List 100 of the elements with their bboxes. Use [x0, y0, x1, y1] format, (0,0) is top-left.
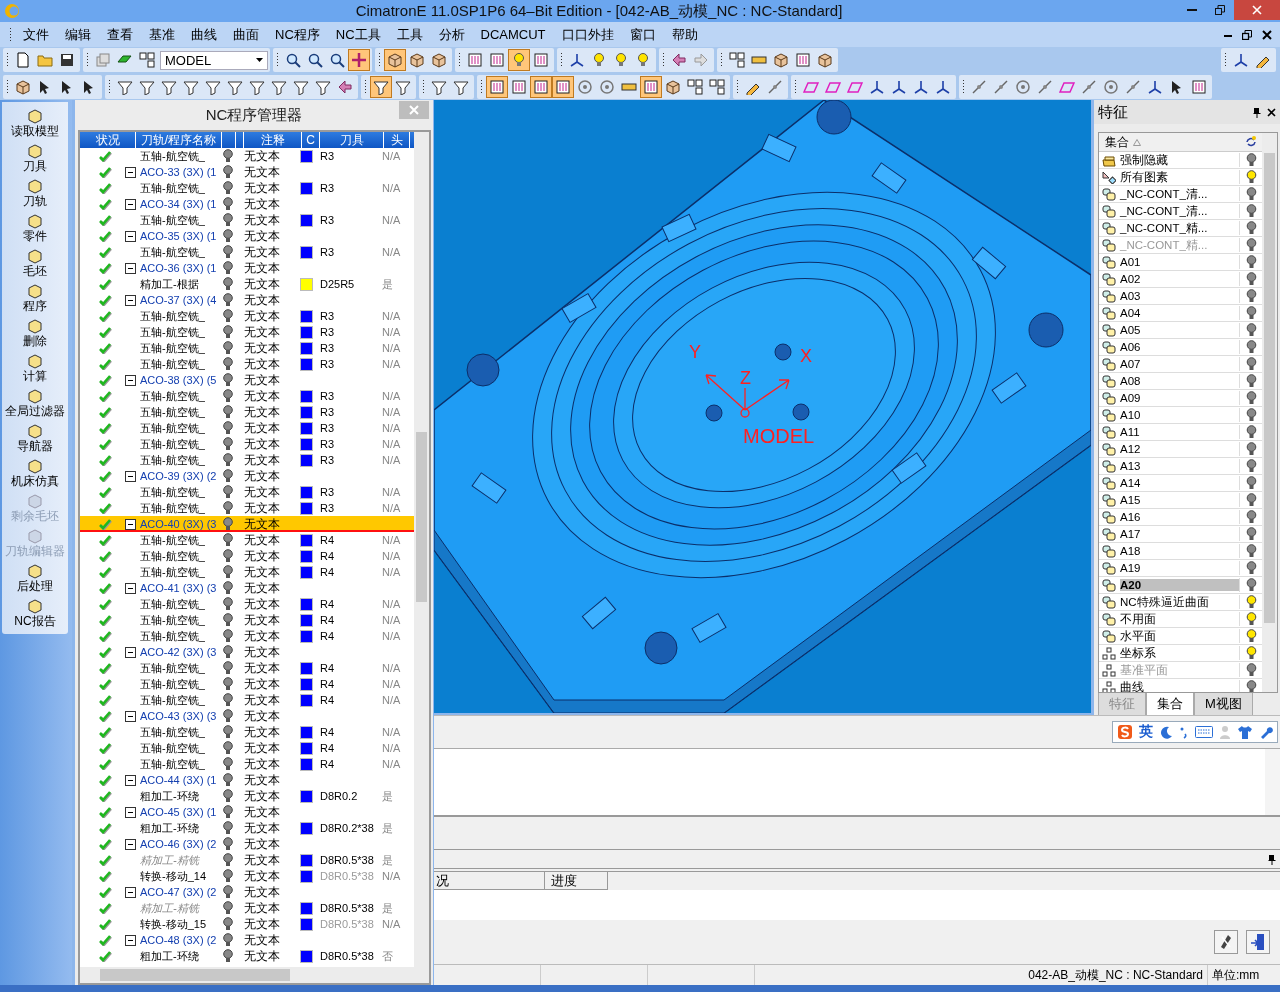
tree-row[interactable]: 五轴-航空铣_ 无文本 R3 N/A	[80, 340, 414, 356]
menu-item[interactable]: NC工具	[327, 25, 389, 44]
tree-row[interactable]: 五轴-航空铣_ 无文本 R3 N/A	[80, 324, 414, 340]
bulb-icon[interactable]	[1245, 187, 1257, 201]
sidebar-button[interactable]: 读取模型	[2, 108, 68, 138]
model-dropdown[interactable]: MODEL	[160, 50, 268, 70]
pin-icon[interactable]	[1252, 106, 1261, 118]
sidebar-button[interactable]: 全局过滤器	[2, 388, 68, 418]
feature-item[interactable]: A11	[1120, 426, 1239, 438]
tree-row[interactable]: 五轴-航空铣_ 无文本 R3 N/A	[80, 244, 414, 260]
tree-row[interactable]: ACO-47 (3X) (2 无文本	[80, 884, 414, 900]
menu-item[interactable]: 文件	[15, 25, 57, 44]
toolbar-button[interactable]	[136, 49, 158, 71]
tree-row[interactable]: ACO-45 (3X) (1 无文本	[80, 804, 414, 820]
collapse-icon[interactable]	[125, 518, 136, 530]
bulb-icon[interactable]	[1245, 578, 1257, 592]
tree-row[interactable]: 粗加工-环绕 无文本 D8R0.5*38 否	[80, 948, 414, 964]
panel-tab[interactable]: 集合	[1146, 693, 1194, 716]
close-icon[interactable]	[1267, 107, 1276, 117]
tree-row[interactable]: ACO-33 (3X) (1 无文本	[80, 164, 414, 180]
feature-item[interactable]: A14	[1120, 477, 1239, 489]
bulb-icon[interactable]	[1245, 595, 1257, 609]
sidebar-button[interactable]: 计算	[2, 353, 68, 383]
scrollbar[interactable]	[1265, 749, 1280, 815]
tree-row[interactable]: 五轴-航空铣_ 无文本 R3 N/A	[80, 388, 414, 404]
collapse-icon[interactable]	[125, 934, 136, 946]
feature-item[interactable]: NC特殊逼近曲面	[1120, 594, 1239, 610]
bulb-icon[interactable]	[1245, 646, 1257, 660]
feature-item[interactable]: A20	[1120, 579, 1239, 591]
tree-row[interactable]: ACO-48 (3X) (2 无文本	[80, 932, 414, 948]
tree-row[interactable]: 转换-移动_15 无文本 D8R0.5*38 N/A	[80, 916, 414, 932]
feature-item[interactable]: A04	[1120, 307, 1239, 319]
tree-row[interactable]: ACO-46 (3X) (2 无文本	[80, 836, 414, 852]
bulb-icon[interactable]	[1245, 221, 1257, 235]
bulb-icon[interactable]	[1245, 663, 1257, 677]
tree-row[interactable]: ACO-38 (3X) (5 无文本	[80, 372, 414, 388]
tree-row[interactable]: ACO-34 (3X) (1 无文本	[80, 196, 414, 212]
sidebar-button[interactable]: 毛坯	[2, 248, 68, 278]
bulb-icon[interactable]	[1245, 170, 1257, 184]
feature-item[interactable]: A10	[1120, 409, 1239, 421]
tree-row[interactable]: 五轴-航空铣_ 无文本 R4 N/A	[80, 548, 414, 564]
feature-item[interactable]: A09	[1120, 392, 1239, 404]
sidebar-button[interactable]: 程序	[2, 283, 68, 313]
tree-row[interactable]: 五轴-航空铣_ 无文本 R4 N/A	[80, 532, 414, 548]
tree-row[interactable]: 五轴-航空铣_ 无文本 R4 N/A	[80, 756, 414, 772]
collapse-icon[interactable]	[125, 470, 136, 482]
feature-item[interactable]: A17	[1120, 528, 1239, 540]
bulb-icon[interactable]	[1245, 561, 1257, 575]
tree-row[interactable]: 五轴-航空铣_ 无文本 R4 N/A	[80, 660, 414, 676]
feature-item[interactable]: A15	[1120, 494, 1239, 506]
tree-row[interactable]: ACO-37 (3X) (4 无文本	[80, 292, 414, 308]
tree-row[interactable]: 五轴-航空铣_ 无文本 R3 N/A	[80, 500, 414, 516]
punctuation-icon[interactable]	[1179, 725, 1189, 739]
bulb-icon[interactable]	[1245, 289, 1257, 303]
feature-item[interactable]: 强制隐藏	[1120, 152, 1239, 168]
tree-row[interactable]: 五轴-航空铣_ 无文本 R3 N/A	[80, 404, 414, 420]
tree-row[interactable]: 精加工-精铣 无文本 D8R0.5*38 是	[80, 900, 414, 916]
feature-item[interactable]: _NC-CONT_精...	[1120, 220, 1239, 236]
tree-row[interactable]: 五轴-航空铣_ 无文本 R4 N/A	[80, 740, 414, 756]
feature-item[interactable]: 不用面	[1120, 611, 1239, 627]
bulb-icon[interactable]	[1245, 425, 1257, 439]
shirt-icon[interactable]	[1237, 725, 1253, 739]
bulb-icon[interactable]	[1245, 255, 1257, 269]
tree-row[interactable]: ACO-43 (3X) (3 无文本	[80, 708, 414, 724]
collapse-icon[interactable]	[125, 374, 136, 386]
bulb-icon[interactable]	[1245, 510, 1257, 524]
tree-row[interactable]: 五轴-航空铣_ 无文本 R4 N/A	[80, 628, 414, 644]
feature-item[interactable]: 水平面	[1120, 628, 1239, 644]
menu-item[interactable]: 编辑	[57, 25, 99, 44]
collapse-icon[interactable]	[125, 262, 136, 274]
tree-row[interactable]: 五轴-航空铣_ 无文本 R4 N/A	[80, 564, 414, 580]
tree-row[interactable]: ACO-36 (3X) (1 无文本	[80, 260, 414, 276]
bulb-icon[interactable]	[1245, 204, 1257, 218]
tree-row[interactable]: ACO-44 (3X) (1 无文本	[80, 772, 414, 788]
menu-item[interactable]: 曲线	[183, 25, 225, 44]
menu-item[interactable]: 分析	[430, 25, 473, 44]
menu-item[interactable]: DCAMCUT	[472, 27, 554, 42]
tree-row[interactable]: 五轴-航空铣_ 无文本 R4 N/A	[80, 676, 414, 692]
tree-row[interactable]: 五轴-航空铣_ 无文本 R3 N/A	[80, 356, 414, 372]
close-icon[interactable]	[1262, 29, 1272, 40]
tree-row[interactable]: 五轴-航空铣_ 无文本 R3 N/A	[80, 420, 414, 436]
tree-row[interactable]: 五轴-航空铣_ 无文本 R3 N/A	[80, 452, 414, 468]
tree-row[interactable]: 五轴-航空铣_ 无文本 R3 N/A	[80, 148, 414, 164]
bulb-icon[interactable]	[1245, 153, 1257, 167]
column-header[interactable]: C	[302, 132, 320, 148]
tree-row[interactable]: 五轴-航空铣_ 无文本 R4 N/A	[80, 596, 414, 612]
menu-item[interactable]: 曲面	[225, 25, 267, 44]
bulb-icon[interactable]	[1245, 527, 1257, 541]
bulb-icon[interactable]	[1245, 680, 1257, 692]
bulb-icon[interactable]	[1245, 408, 1257, 422]
tree-row[interactable]: 五轴-航空铣_ 无文本 R3 N/A	[80, 308, 414, 324]
tree-row[interactable]: ACO-40 (3X) (3 无文本	[80, 516, 414, 532]
scrollbar[interactable]	[414, 132, 429, 967]
column-header[interactable]: 头	[384, 132, 410, 148]
column-header[interactable]: 刀具	[320, 132, 384, 148]
scrollbar[interactable]	[1262, 133, 1277, 692]
toolbar-button[interactable]	[370, 75, 392, 98]
tree-row[interactable]: 五轴-航空铣_ 无文本 R3 N/A	[80, 484, 414, 500]
bulb-icon[interactable]	[1245, 340, 1257, 354]
feature-item[interactable]: A08	[1120, 375, 1239, 387]
